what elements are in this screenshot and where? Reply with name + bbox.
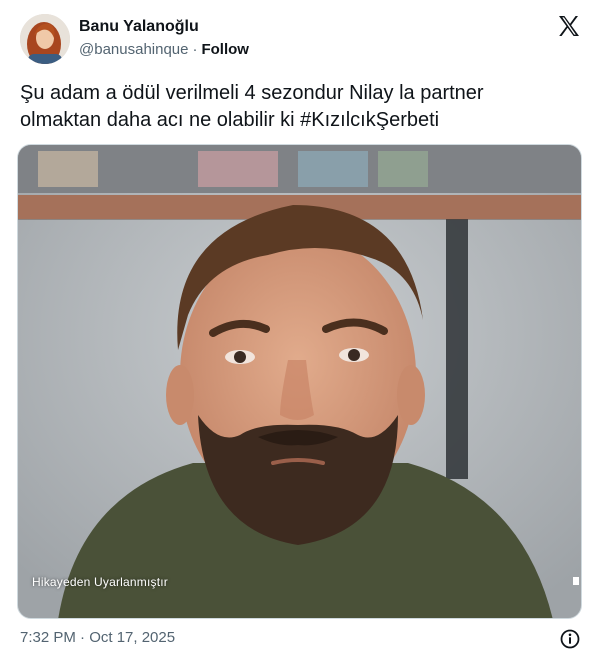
tweet-media[interactable]: Hikayeden Uyarlanmıştır	[17, 144, 582, 619]
tweet-timestamp[interactable]: 7:32 PM · Oct 17, 2025	[20, 629, 175, 646]
avatar-image	[20, 14, 70, 64]
info-icon[interactable]	[560, 629, 580, 649]
avatar[interactable]	[20, 14, 70, 64]
x-logo-icon[interactable]	[557, 14, 581, 38]
media-image	[18, 145, 581, 618]
follow-button[interactable]: Follow	[201, 41, 249, 58]
author-handle-row: @banusahinque · Follow	[79, 41, 249, 58]
media-caption: Hikayeden Uyarlanmıştır	[32, 575, 168, 589]
tweet-text: Şu adam a ödül verilmeli 4 sezondur Nila…	[20, 80, 580, 134]
author-name[interactable]: Banu Yalanoğlu	[79, 18, 199, 36]
author-handle[interactable]: @banusahinque	[79, 41, 188, 58]
separator-dot: ·	[192, 41, 198, 58]
tweet-text-line-2: olmaktan daha acı ne olabilir ki #Kızılc…	[20, 109, 440, 131]
tweet-text-line-1: Şu adam a ödül verilmeli 4 sezondur Nila…	[20, 82, 484, 104]
